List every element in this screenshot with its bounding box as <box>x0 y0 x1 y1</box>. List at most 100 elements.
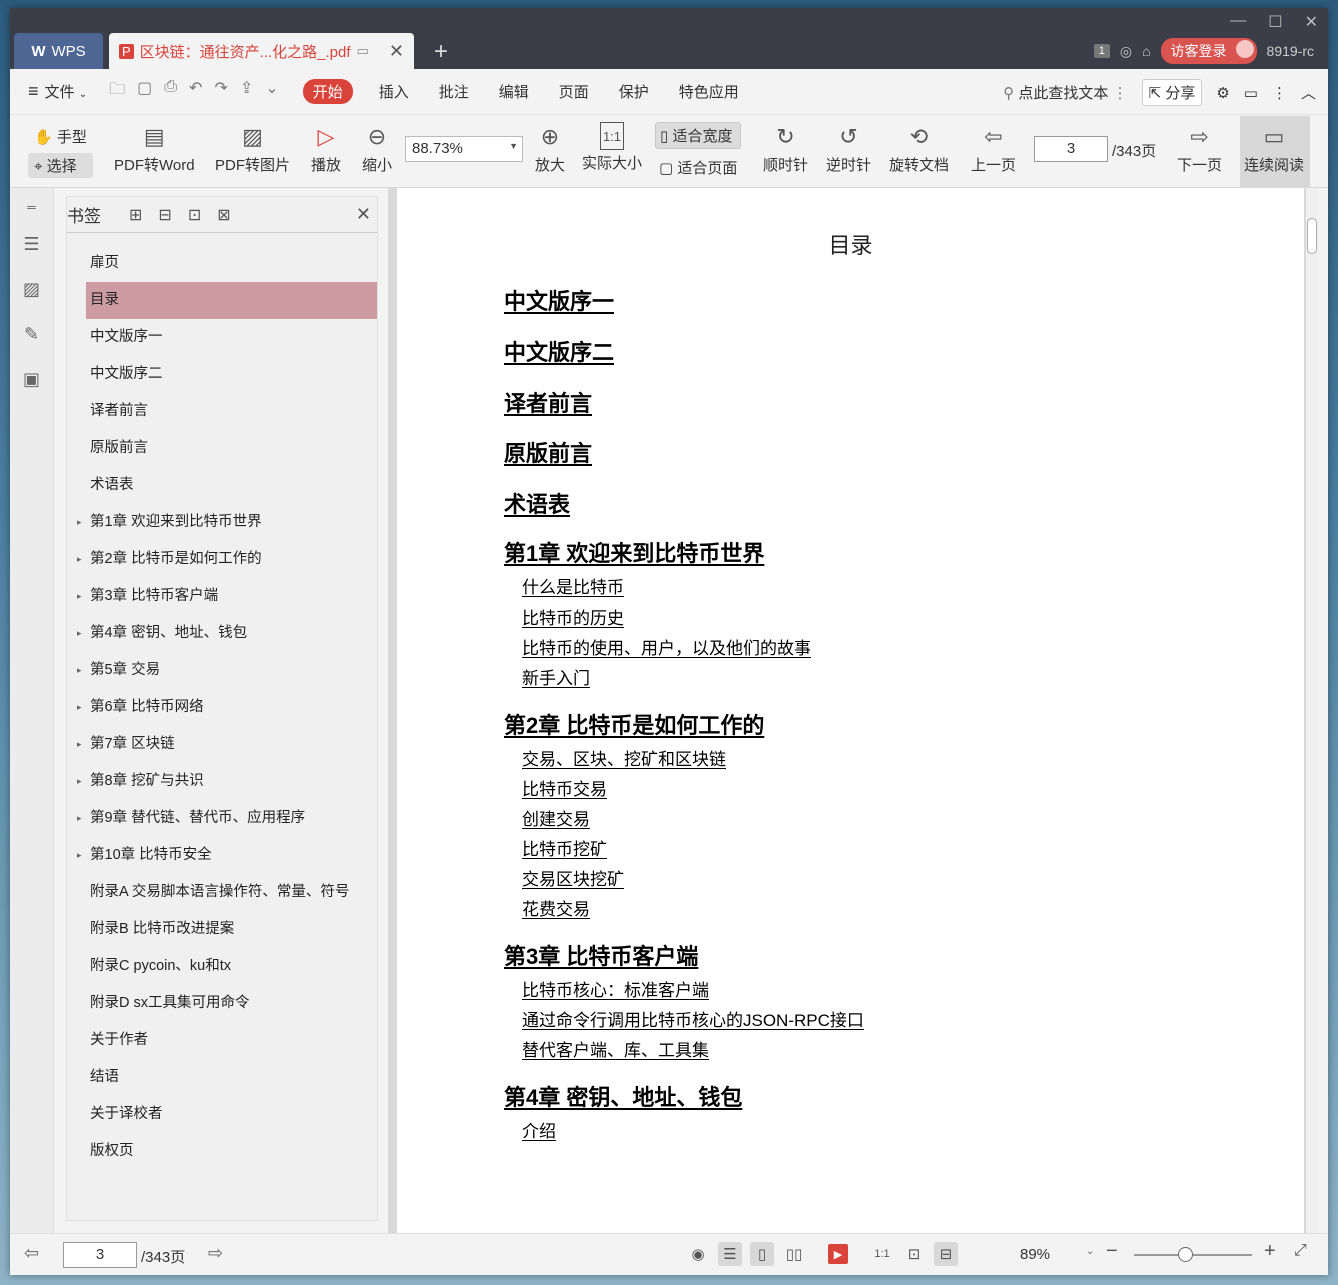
signature-icon[interactable]: ▣ <box>21 369 43 391</box>
bookmark-item[interactable]: 原版前言 <box>67 430 376 467</box>
next-page-button[interactable]: ⇨ 下一页 <box>1177 122 1222 175</box>
actual-size-status-icon[interactable]: 1:1 <box>870 1242 894 1266</box>
expand-arrow-icon[interactable]: ▸ <box>77 578 82 615</box>
fit-page-status-icon[interactable]: ⊡ <box>902 1242 926 1266</box>
add-bookmark-icon[interactable]: ⊡ <box>188 205 201 225</box>
tab-page[interactable]: 页面 <box>559 81 589 102</box>
bookmark-item[interactable]: ▸ 第8章 挖矿与共识 <box>67 763 376 800</box>
zoom-slider[interactable] <box>1134 1247 1252 1262</box>
bookmark-item[interactable]: 译者前言 <box>67 393 376 430</box>
play-slideshow-icon[interactable]: ▶ <box>828 1244 848 1264</box>
toc-section[interactable]: 交易区块挖矿 <box>522 865 624 890</box>
tab-start[interactable]: 开始 <box>302 79 353 104</box>
bookmark-item[interactable]: 附录C pycoin、ku和tx <box>67 948 376 985</box>
hand-tool-button[interactable]: ✋ 手型 <box>28 124 93 149</box>
toc-section[interactable]: 创建交易 <box>522 805 590 830</box>
toc-section[interactable]: 新手入门 <box>522 664 590 689</box>
bookmark-settings-icon[interactable]: ⊠ <box>217 205 230 225</box>
redo-icon[interactable]: ↷ <box>214 78 227 105</box>
bookmark-item[interactable]: 附录A 交易脚本语言操作符、常量、符号 <box>67 874 376 911</box>
close-window-icon[interactable]: ✕ <box>1305 12 1318 32</box>
bookmark-panel-icon[interactable]: ☰ <box>21 234 43 256</box>
tab-edit[interactable]: 编辑 <box>499 81 529 102</box>
gear-icon[interactable]: ⚙ <box>1216 84 1229 102</box>
bookmark-item[interactable]: ▸ 第3章 比特币客户端 <box>67 578 376 615</box>
cloud-icon[interactable]: ◎ <box>1120 43 1132 60</box>
export-icon[interactable]: ⇪ <box>240 78 253 105</box>
toc-heading[interactable]: 中文版序一 <box>504 284 614 316</box>
bookmark-item[interactable]: ▸ 第4章 密钥、地址、钱包 <box>67 615 376 652</box>
toc-section[interactable]: 比特币交易 <box>522 775 607 800</box>
zoom-out-button[interactable]: ⊖ 缩小 <box>362 122 392 175</box>
toc-section[interactable]: 通过命令行调用比特币核心的JSON-RPC接口 <box>522 1006 864 1031</box>
chat-icon[interactable]: ▭ <box>1244 84 1258 102</box>
eye-protect-icon[interactable]: ◉ <box>686 1242 710 1266</box>
skin-icon[interactable]: ⌂ <box>1142 43 1150 59</box>
more-chevron-icon[interactable]: ⌄ <box>265 78 278 105</box>
menu-file[interactable]: 文件 ⌄ <box>45 81 88 102</box>
single-page-icon[interactable]: ▯ <box>750 1242 774 1266</box>
minimize-icon[interactable]: — <box>1230 12 1246 32</box>
expand-arrow-icon[interactable]: ▸ <box>77 541 82 578</box>
scroll-thumb[interactable] <box>1307 218 1317 254</box>
bookmark-item[interactable]: ▸ 第10章 比特币安全 <box>67 837 376 874</box>
status-page-input[interactable]: 3 <box>63 1242 137 1268</box>
print-icon[interactable]: ⎙ <box>164 78 177 105</box>
pdf-to-image-button[interactable]: ▨ PDF转图片 <box>215 122 290 175</box>
toc-heading[interactable]: 原版前言 <box>504 436 592 468</box>
bookmark-item[interactable]: ▸ 第2章 比特币是如何工作的 <box>67 541 376 578</box>
zoom-slider-knob[interactable] <box>1178 1247 1193 1262</box>
open-icon[interactable]: 🗀 <box>109 78 125 105</box>
login-button[interactable]: 访客登录 <box>1160 38 1257 64</box>
status-prev-icon[interactable]: ⇦ <box>24 1243 39 1264</box>
close-tab-icon[interactable]: ✕ <box>389 41 404 62</box>
hamburger-icon[interactable]: ≡ <box>28 81 39 102</box>
close-panel-icon[interactable]: ✕ <box>356 204 371 225</box>
annotation-icon[interactable]: ✎ <box>21 324 43 346</box>
tab-special[interactable]: 特色应用 <box>679 81 739 102</box>
expand-arrow-icon[interactable]: ▸ <box>77 615 82 652</box>
save-icon[interactable]: ▢ <box>137 78 152 105</box>
new-tab-icon[interactable]: + <box>434 38 448 66</box>
expand-all-icon[interactable]: ⊞ <box>129 205 142 225</box>
zoom-dropdown-icon[interactable]: ⌄ <box>1086 1246 1094 1257</box>
screen-icon[interactable]: ▭ <box>357 43 369 59</box>
tab-protect[interactable]: 保护 <box>619 81 649 102</box>
expand-arrow-icon[interactable]: ▸ <box>77 652 82 689</box>
rotate-cw-button[interactable]: ↻ 顺时针 <box>763 122 808 175</box>
bookmark-item[interactable]: 术语表 <box>67 467 376 504</box>
play-button[interactable]: ▷ 播放 <box>311 122 341 175</box>
collapse-icon[interactable]: ︿ <box>1301 82 1316 103</box>
tab-document[interactable]: P 区块链：通往资产...化之路_.pdf ▭ ✕ <box>109 33 414 69</box>
continuous-read-button[interactable]: ▭ 连续阅读 <box>1240 116 1310 188</box>
more-icon[interactable]: ⋮ <box>1272 84 1287 102</box>
zoom-in-button[interactable]: ⊕ 放大 <box>535 122 565 175</box>
bookmark-item[interactable]: 关于作者 <box>67 1022 376 1059</box>
collapse-all-icon[interactable]: ⊟ <box>158 205 171 225</box>
bookmark-item[interactable]: 中文版序一 <box>67 319 376 356</box>
share-button[interactable]: ⇱ 分享 <box>1141 79 1203 106</box>
actual-size-button[interactable]: 1:1 实际大小 <box>582 122 642 173</box>
select-tool-button[interactable]: ⌖ 选择 <box>28 153 93 178</box>
toc-section[interactable]: 比特币的历史 <box>522 604 624 629</box>
expand-arrow-icon[interactable]: ▸ <box>77 800 82 837</box>
panel-splitter[interactable] <box>388 188 396 1233</box>
prev-page-button[interactable]: ⇦ 上一页 <box>971 122 1016 175</box>
toc-section[interactable]: 花费交易 <box>522 895 590 920</box>
bookmark-item[interactable]: ▸ 第7章 区块链 <box>67 726 376 763</box>
bookmark-item[interactable]: 版权页 <box>67 1133 376 1170</box>
zoom-plus-icon[interactable]: + <box>1264 1240 1276 1263</box>
toc-heading[interactable]: 术语表 <box>504 487 570 519</box>
toc-section[interactable]: 比特币的使用、用户，以及他们的故事 <box>522 634 811 659</box>
bookmark-item[interactable]: ▸ 第6章 比特币网络 <box>67 689 376 726</box>
toc-section[interactable]: 比特币挖矿 <box>522 835 607 860</box>
fit-width-status-icon[interactable]: ⊟ <box>934 1242 958 1266</box>
fit-page-button[interactable]: ▢ 适合页面 <box>655 155 741 180</box>
expand-arrow-icon[interactable]: ▸ <box>77 504 82 541</box>
bookmark-item[interactable]: 扉页 <box>67 245 376 282</box>
search-area[interactable]: ⚲ 点此查找文本 ⋮ <box>1003 82 1127 103</box>
zoom-minus-icon[interactable]: − <box>1106 1240 1118 1263</box>
bookmark-item[interactable]: 结语 <box>67 1059 376 1096</box>
fit-width-button[interactable]: ▯ 适合宽度 <box>655 122 742 149</box>
rotate-doc-button[interactable]: ⟲ 旋转文档 <box>889 122 949 175</box>
